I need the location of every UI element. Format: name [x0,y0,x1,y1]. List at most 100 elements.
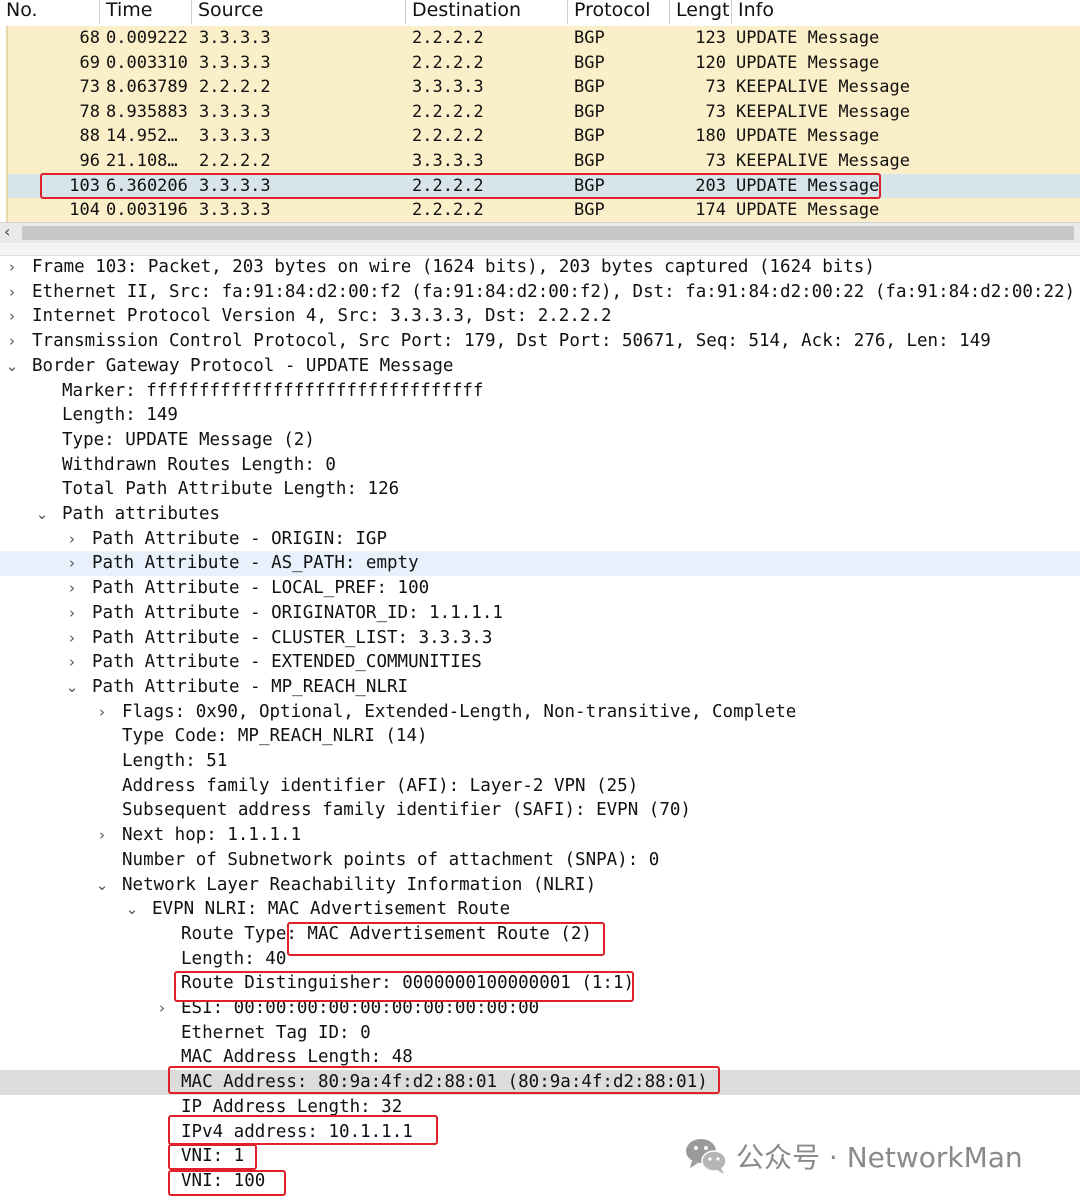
detail-tree-item[interactable]: Address family identifier (AFI): Layer-2… [0,774,1080,799]
packet-cell-length: 73 [705,151,726,171]
scroll-left-icon[interactable]: ‹ [4,222,10,242]
packet-cell-no: 69 [79,52,100,73]
detail-tree-item[interactable]: Length: 51 [0,749,1080,774]
column-header-length[interactable]: Lengt [670,0,732,24]
packet-row[interactable]: 88 14.952… 3.3.3.3 2.2.2.2 BGP 180 UPDATE Mess… [8,124,1080,149]
packet-cell-info: UPDATE Message [736,52,880,73]
detail-tree-item[interactable]: ⌄ EVPN NLRI: MAC Advertisement Route [0,897,1080,922]
detail-tree-item[interactable]: ⌄ Path Attribute - MP_REACH_NLRI [0,675,1080,700]
detail-tree-item[interactable]: Ethernet Tag ID: 0 [0,1021,1080,1046]
detail-tree-item[interactable]: Route Type: MAC Advertisement Route (2) [0,922,1080,947]
detail-tree-item[interactable]: › Path Attribute - ORIGIN: IGP [0,527,1080,552]
detail-tree-item[interactable]: › Next hop: 1.1.1.1 [0,823,1080,848]
detail-tree-item[interactable]: › Ethernet II, Src: fa:91:84:d2:00:f2 (fa… [0,280,1080,305]
packet-cell-source: 3.3.3.3 [199,52,271,73]
detail-tree-item[interactable]: › Path Attribute - LOCAL_PREF: 100 [0,576,1080,601]
expand-chevron-icon[interactable]: › [152,996,172,1021]
packet-cell-no: 88 [79,126,100,147]
packet-cell-no: 73 [79,77,100,98]
detail-tree-item[interactable]: › Frame 103: Packet, 203 bytes on wire (1… [0,255,1080,280]
detail-tree-item[interactable]: MAC Address: 80:9a:4f:d2:88:01 (80:9a:4f… [0,1070,1080,1095]
expand-chevron-icon[interactable]: › [2,329,22,354]
packet-cell-length: 73 [705,77,726,98]
expand-chevron-icon[interactable]: › [92,700,112,725]
watermark: 公众号 · NetworkMan [684,1134,1023,1178]
column-header-info[interactable]: Info [732,0,1080,24]
detail-text: Path Attribute - MP_REACH_NLRI [92,676,409,697]
expand-chevron-icon[interactable]: › [62,626,82,651]
collapse-chevron-icon[interactable]: ⌄ [32,502,52,527]
column-header-destination[interactable]: Destination [406,0,568,24]
column-header-time[interactable]: Time [100,0,192,24]
expand-chevron-icon[interactable]: › [62,527,82,552]
collapse-chevron-icon[interactable]: ⌄ [122,897,142,922]
detail-text: VNI: 1 [181,1146,245,1167]
detail-tree-item[interactable]: Total Path Attribute Length: 126 [0,477,1080,502]
detail-tree-item[interactable]: Withdrawn Routes Length: 0 [0,453,1080,478]
expand-chevron-icon[interactable]: › [62,551,82,576]
collapse-chevron-icon[interactable]: ⌄ [92,873,112,898]
expand-chevron-icon[interactable]: › [62,601,82,626]
detail-tree-item[interactable]: › Internet Protocol Version 4, Src: 3.3.3… [0,304,1080,329]
column-header-no[interactable]: No. [0,0,100,24]
packet-row[interactable]: 103 6.360206 3.3.3.3 2.2.2.2 BGP 203 UPDATE Me… [8,173,1080,199]
packet-cell-time: 0.009222 [106,28,188,48]
packet-cell-time: 21.108… [106,151,178,171]
column-header-protocol[interactable]: Protocol [568,0,670,24]
packet-cell-protocol: BGP [574,175,605,196]
detail-tree-item[interactable]: Length: 149 [0,403,1080,428]
packet-cell-source: 3.3.3.3 [199,175,271,196]
packet-list-scrollbar[interactable]: ‹ [0,222,1080,243]
expand-chevron-icon[interactable]: › [62,650,82,675]
packet-cell-time: 6.360206 [106,175,188,196]
detail-tree-item[interactable]: Number of Subnetwork points of attachmen… [0,848,1080,873]
packet-row[interactable]: 78 8.935883 3.3.3.3 2.2.2.2 BGP 73 KEEPALIVE M… [8,99,1080,125]
packet-cell-destination: 3.3.3.3 [412,151,484,171]
expand-chevron-icon[interactable]: › [92,823,112,848]
collapse-chevron-icon[interactable]: ⌄ [2,354,22,379]
detail-text: MAC Address Length: 48 [181,1047,413,1068]
detail-tree-item[interactable]: › Transmission Control Protocol, Src Port… [0,329,1080,354]
detail-text: Withdrawn Routes Length: 0 [62,454,336,475]
detail-tree-item[interactable]: ⌄ Path attributes [0,502,1080,527]
detail-text: Address family identifier (AFI): Layer-2… [122,775,639,796]
detail-text: Network Layer Reachability Information (… [122,874,597,895]
detail-tree-item[interactable]: › Path Attribute - CLUSTER_LIST: 3.3.3.3 [0,626,1080,651]
packet-cell-source: 3.3.3.3 [199,126,271,147]
detail-tree-item[interactable]: › Path Attribute - ORIGINATOR_ID: 1.1.1.1 [0,601,1080,626]
detail-tree-item[interactable]: Marker: ffffffffffffffffffffffffffffffff [0,379,1080,404]
packet-row[interactable]: 73 8.063789 2.2.2.2 3.3.3.3 BGP 73 KEEPALIVE M… [8,75,1080,100]
detail-tree-item[interactable]: › Path Attribute - EXTENDED_COMMUNITIES [0,650,1080,675]
expand-chevron-icon[interactable]: › [62,576,82,601]
scrollbar-thumb[interactable] [22,226,1074,240]
detail-tree-item[interactable]: › Flags: 0x90, Optional, Extended-Length,… [0,700,1080,725]
detail-tree-item[interactable]: › Path Attribute - AS_PATH: empty [0,551,1080,577]
detail-tree-item[interactable]: Length: 40 [0,947,1080,972]
packet-row[interactable]: 104 0.003196 3.3.3.3 2.2.2.2 BGP 174 UPDATE Me… [8,198,1080,223]
detail-text: MAC Address: 80:9a:4f:d2:88:01 (80:9a:4f… [181,1072,708,1093]
packet-cell-info: UPDATE Message [736,175,880,196]
detail-text: Path attributes [62,504,221,524]
detail-text: Ethernet Tag ID: 0 [181,1022,371,1043]
detail-text: Border Gateway Protocol - UPDATE Message [32,355,454,376]
detail-tree-item[interactable]: Subsequent address family identifier (SA… [0,798,1080,823]
expand-chevron-icon[interactable]: › [2,255,22,280]
detail-tree-item[interactable]: Type Code: MP_REACH_NLRI (14) [0,724,1080,749]
packet-cell-destination: 2.2.2.2 [412,126,484,147]
packet-row[interactable]: 68 0.009222 3.3.3.3 2.2.2.2 BGP 123 UPDATE Mes… [8,26,1080,51]
detail-text: Transmission Control Protocol, Src Port:… [32,331,991,352]
detail-tree-item[interactable]: Route Distinguisher: 0000000100000001 (1… [0,971,1080,996]
detail-tree-item[interactable]: › ESI: 00:00:00:00:00:00:00:00:00:00 [0,996,1080,1021]
detail-tree-item[interactable]: ⌄ Network Layer Reachability Information … [0,873,1080,898]
expand-chevron-icon[interactable]: › [2,304,22,329]
column-header-source[interactable]: Source [192,0,406,24]
detail-tree-item[interactable]: MAC Address Length: 48 [0,1045,1080,1070]
detail-tree-item[interactable]: Type: UPDATE Message (2) [0,428,1080,453]
packet-cell-no: 103 [69,175,100,196]
packet-row[interactable]: 69 0.003310 3.3.3.3 2.2.2.2 BGP 120 UPDATE Mes… [8,50,1080,76]
collapse-chevron-icon[interactable]: ⌄ [62,675,82,700]
detail-tree-item[interactable]: IP Address Length: 32 [0,1095,1080,1120]
packet-row[interactable]: 96 21.108… 2.2.2.2 3.3.3.3 BGP 73 KEEPALIVE Me… [8,149,1080,174]
detail-tree-item[interactable]: ⌄ Border Gateway Protocol - UPDATE Messag… [0,354,1080,379]
expand-chevron-icon[interactable]: › [2,280,22,305]
